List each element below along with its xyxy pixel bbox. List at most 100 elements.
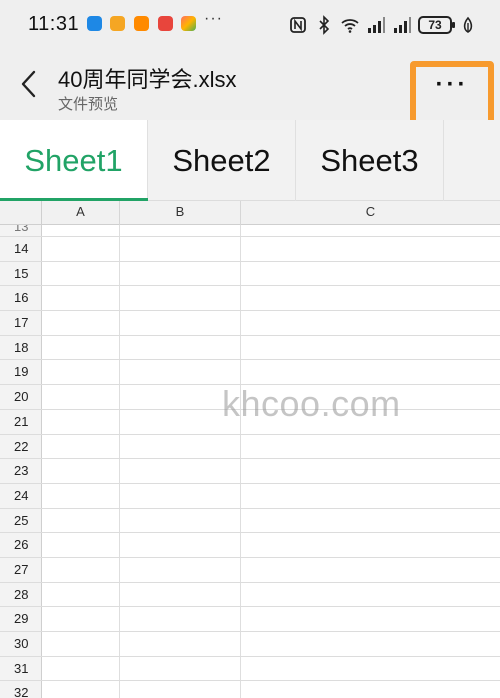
status-time: 11:31 (28, 13, 80, 35)
cell[interactable] (42, 533, 120, 557)
cell[interactable] (120, 681, 241, 698)
row-number[interactable]: 32 (0, 681, 42, 698)
cell[interactable] (241, 533, 500, 557)
more-options-button[interactable]: ··· (410, 61, 494, 129)
cell[interactable] (241, 632, 500, 656)
cell[interactable] (42, 261, 120, 286)
cell[interactable] (42, 360, 120, 385)
cell[interactable] (120, 582, 241, 607)
cell[interactable] (42, 607, 120, 631)
cell[interactable] (42, 632, 120, 656)
signal-icon (394, 17, 411, 33)
cell[interactable] (120, 607, 241, 631)
cell[interactable] (120, 632, 241, 656)
row-number[interactable]: 17 (0, 311, 42, 335)
cell[interactable] (42, 557, 120, 582)
cell[interactable] (42, 225, 120, 236)
nfc-icon (290, 17, 306, 33)
cell[interactable] (241, 237, 500, 261)
cell[interactable] (42, 409, 120, 434)
cell[interactable] (241, 558, 500, 582)
cell[interactable] (42, 459, 120, 483)
row-number[interactable]: 30 (0, 632, 42, 656)
bluetooth-icon (319, 15, 330, 35)
row-number[interactable]: 14 (0, 237, 42, 261)
cell[interactable] (42, 385, 120, 409)
spreadsheet-grid[interactable]: A B C 13 14 15 16 17 18 19 20 21 22 23 2… (0, 201, 500, 698)
cell[interactable] (42, 237, 120, 261)
cell[interactable] (241, 484, 500, 508)
cell[interactable] (241, 225, 500, 236)
cell[interactable] (120, 286, 241, 311)
cell[interactable] (241, 509, 500, 533)
row-number[interactable]: 31 (0, 656, 42, 681)
row-number[interactable]: 24 (0, 483, 42, 508)
tab-sheet2[interactable]: Sheet2 (148, 120, 296, 201)
column-header-a[interactable]: A (42, 201, 120, 225)
back-button[interactable] (14, 66, 44, 102)
tab-sheet1[interactable]: Sheet1 (0, 120, 148, 201)
cell[interactable] (42, 681, 120, 698)
cell[interactable] (120, 533, 241, 557)
cell[interactable] (42, 508, 120, 533)
row-number[interactable]: 15 (0, 261, 42, 286)
cell[interactable] (42, 311, 120, 335)
table-row: 22 (0, 434, 500, 460)
cell[interactable] (120, 335, 241, 360)
cell[interactable] (42, 335, 120, 360)
cell[interactable] (241, 286, 500, 310)
cell[interactable] (241, 681, 500, 698)
cell[interactable] (241, 657, 500, 681)
cell[interactable] (241, 262, 500, 286)
cell[interactable] (120, 557, 241, 582)
cell[interactable] (120, 656, 241, 681)
cell[interactable] (42, 656, 120, 681)
table-row: 32 (0, 681, 500, 698)
cell[interactable] (42, 434, 120, 459)
row-number[interactable]: 21 (0, 409, 42, 434)
app-play-icon (134, 16, 149, 31)
cell[interactable] (241, 583, 500, 607)
app-blue-icon (87, 16, 102, 31)
cell[interactable] (241, 435, 500, 459)
cell[interactable] (120, 237, 241, 261)
cell[interactable] (120, 225, 241, 236)
cell[interactable] (120, 261, 241, 286)
cell[interactable] (120, 508, 241, 533)
table-row: 30 (0, 632, 500, 657)
file-title: 40周年同学会.xlsx (58, 67, 237, 92)
cell[interactable] (241, 311, 500, 335)
column-header-b[interactable]: B (120, 201, 241, 225)
chevron-left-icon (21, 70, 36, 98)
row-number[interactable]: 28 (0, 582, 42, 607)
row-number[interactable]: 25 (0, 508, 42, 533)
table-row: 19 (0, 360, 500, 386)
cell[interactable] (241, 360, 500, 384)
row-number[interactable]: 19 (0, 360, 42, 385)
row-number[interactable]: 16 (0, 286, 42, 311)
row-number[interactable]: 27 (0, 557, 42, 582)
tab-sheet3[interactable]: Sheet3 (296, 120, 444, 201)
cell[interactable] (120, 311, 241, 335)
row-number[interactable]: 29 (0, 607, 42, 631)
cell[interactable] (42, 286, 120, 311)
cell[interactable] (120, 483, 241, 508)
row-number[interactable]: 26 (0, 533, 42, 557)
select-all-corner[interactable] (0, 201, 42, 225)
column-header-c[interactable]: C (241, 201, 500, 225)
cell[interactable] (120, 459, 241, 483)
row-number[interactable]: 13 (0, 225, 42, 236)
row-number[interactable]: 20 (0, 385, 42, 409)
row-number[interactable]: 18 (0, 335, 42, 360)
cell[interactable] (241, 459, 500, 483)
cell[interactable] (241, 336, 500, 360)
table-row: 25 (0, 508, 500, 534)
table-row: 29 (0, 607, 500, 632)
cell[interactable] (42, 483, 120, 508)
cell[interactable] (241, 607, 500, 631)
row-number[interactable]: 23 (0, 459, 42, 483)
cell[interactable] (42, 582, 120, 607)
row-number[interactable]: 22 (0, 434, 42, 459)
cell[interactable] (120, 434, 241, 459)
cell[interactable] (120, 360, 241, 385)
